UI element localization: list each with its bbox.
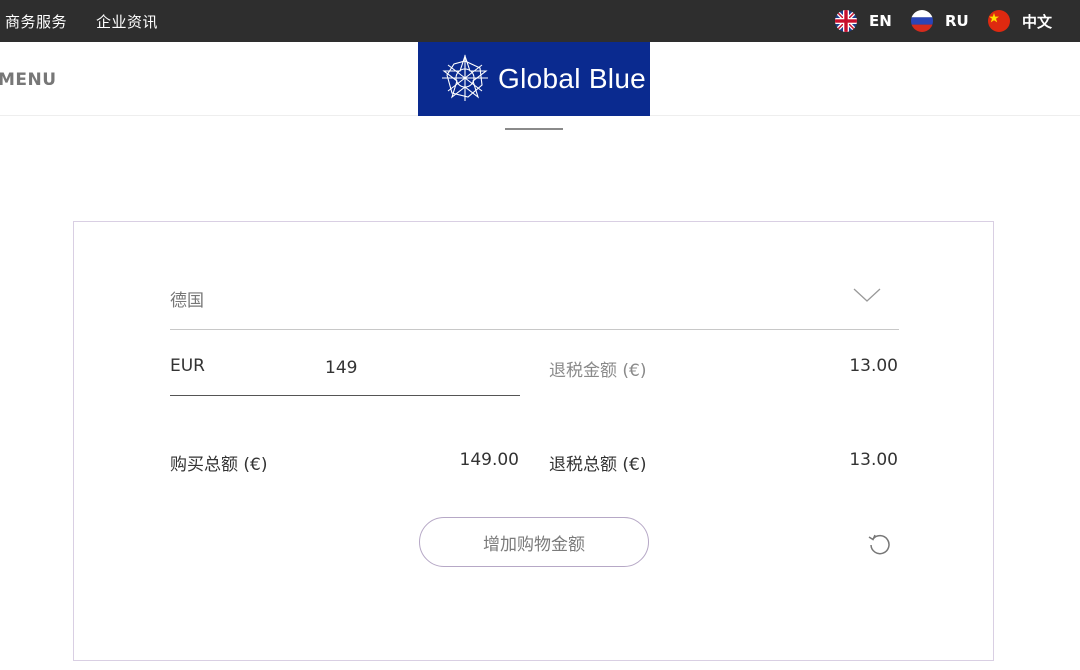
language-zh[interactable]: 中文 [988,9,1052,33]
amount-input[interactable] [320,352,510,384]
tax-refund-calculator: 德国 EUR 退税金额 (€) 13.00 购买总额 (€) 149.00 退税… [73,221,994,661]
global-blue-logo[interactable]: Global Blue [418,42,650,116]
nav-link-company-news[interactable]: 企业资讯 [96,11,158,32]
site-header: MENU Global Blue [0,42,1080,116]
refund-amount-value: 13.00 [849,356,898,376]
total-purchase-label: 购买总额 (€) [170,455,268,475]
chevron-down-icon [853,288,881,302]
language-en-label: EN [869,12,892,30]
total-refund-value: 13.00 [849,450,898,470]
china-flag-icon [988,10,1010,32]
reset-icon[interactable] [866,530,894,558]
total-refund-label: 退税总额 (€) [549,455,647,475]
refund-amount-label: 退税金额 (€) [549,361,647,381]
nav-link-business-services[interactable]: 商务服务 [5,11,67,32]
country-select[interactable]: 德国 [170,274,899,330]
amount-field: EUR [170,344,520,396]
country-select-value: 德国 [170,291,204,311]
total-purchase-value: 149.00 [459,450,519,470]
add-purchase-button[interactable]: 增加购物金额 [419,517,649,567]
language-en[interactable]: EN [835,9,892,33]
menu-button[interactable]: MENU [0,70,57,90]
language-ru-label: RU [945,12,969,30]
uk-flag-icon [835,10,857,32]
currency-label: EUR [170,356,205,376]
language-ru[interactable]: RU [911,9,969,33]
language-zh-label: 中文 [1022,12,1053,31]
logo-text: Global Blue [498,63,647,94]
top-bar: 商务服务 企业资讯 EN RU 中文 [0,0,1080,42]
russia-flag-icon [911,10,933,32]
global-blue-star-icon [442,54,488,101]
header-divider [505,128,563,130]
